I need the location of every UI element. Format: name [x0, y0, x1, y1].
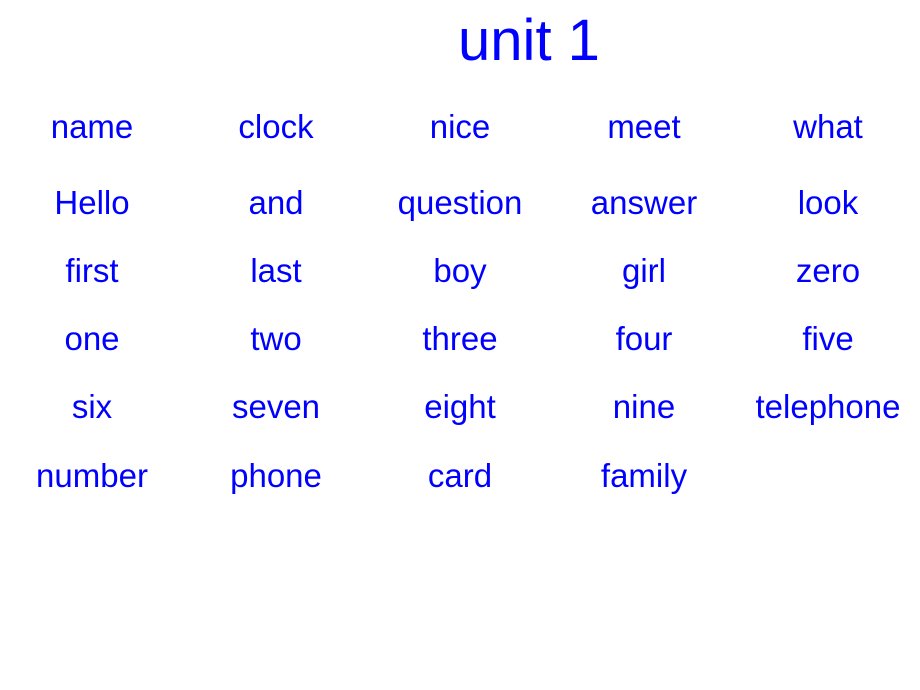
vocabulary-word: four — [615, 320, 673, 357]
vocabulary-word: zero — [795, 252, 861, 289]
vocabulary-word: boy — [433, 252, 487, 289]
vocabulary-word: girl — [621, 252, 666, 289]
vocabulary-word: telephone — [755, 388, 901, 425]
vocabulary-word: six — [71, 388, 113, 425]
vocabulary-word: what — [793, 108, 863, 145]
vocabulary-word: and — [248, 184, 304, 221]
vocabulary-word: meet — [607, 108, 681, 145]
vocabulary-word: family — [600, 457, 688, 494]
vocabulary-word: answer — [590, 184, 698, 221]
vocabulary-word: three — [422, 320, 498, 357]
vocabulary-word: card — [427, 457, 493, 494]
vocabulary-word: seven — [231, 388, 321, 425]
vocabulary-word: five — [802, 320, 854, 357]
vocabulary-word: first — [65, 252, 119, 289]
vocabulary-word: one — [64, 320, 120, 357]
vocabulary-word: Hello — [54, 184, 130, 221]
vocabulary-word: number — [36, 457, 148, 494]
vocabulary-word: two — [250, 320, 302, 357]
vocabulary-word: clock — [238, 108, 314, 145]
vocabulary-word: question — [397, 184, 523, 221]
vocabulary-word: phone — [230, 457, 322, 494]
vocabulary-word: nice — [429, 108, 491, 145]
slide-title: unit 1 — [458, 8, 600, 73]
vocabulary-word: nine — [612, 388, 676, 425]
vocabulary-word: eight — [424, 388, 496, 425]
vocabulary-word: look — [797, 184, 859, 221]
vocabulary-word: last — [250, 252, 302, 289]
vocabulary-word: name — [50, 108, 134, 145]
